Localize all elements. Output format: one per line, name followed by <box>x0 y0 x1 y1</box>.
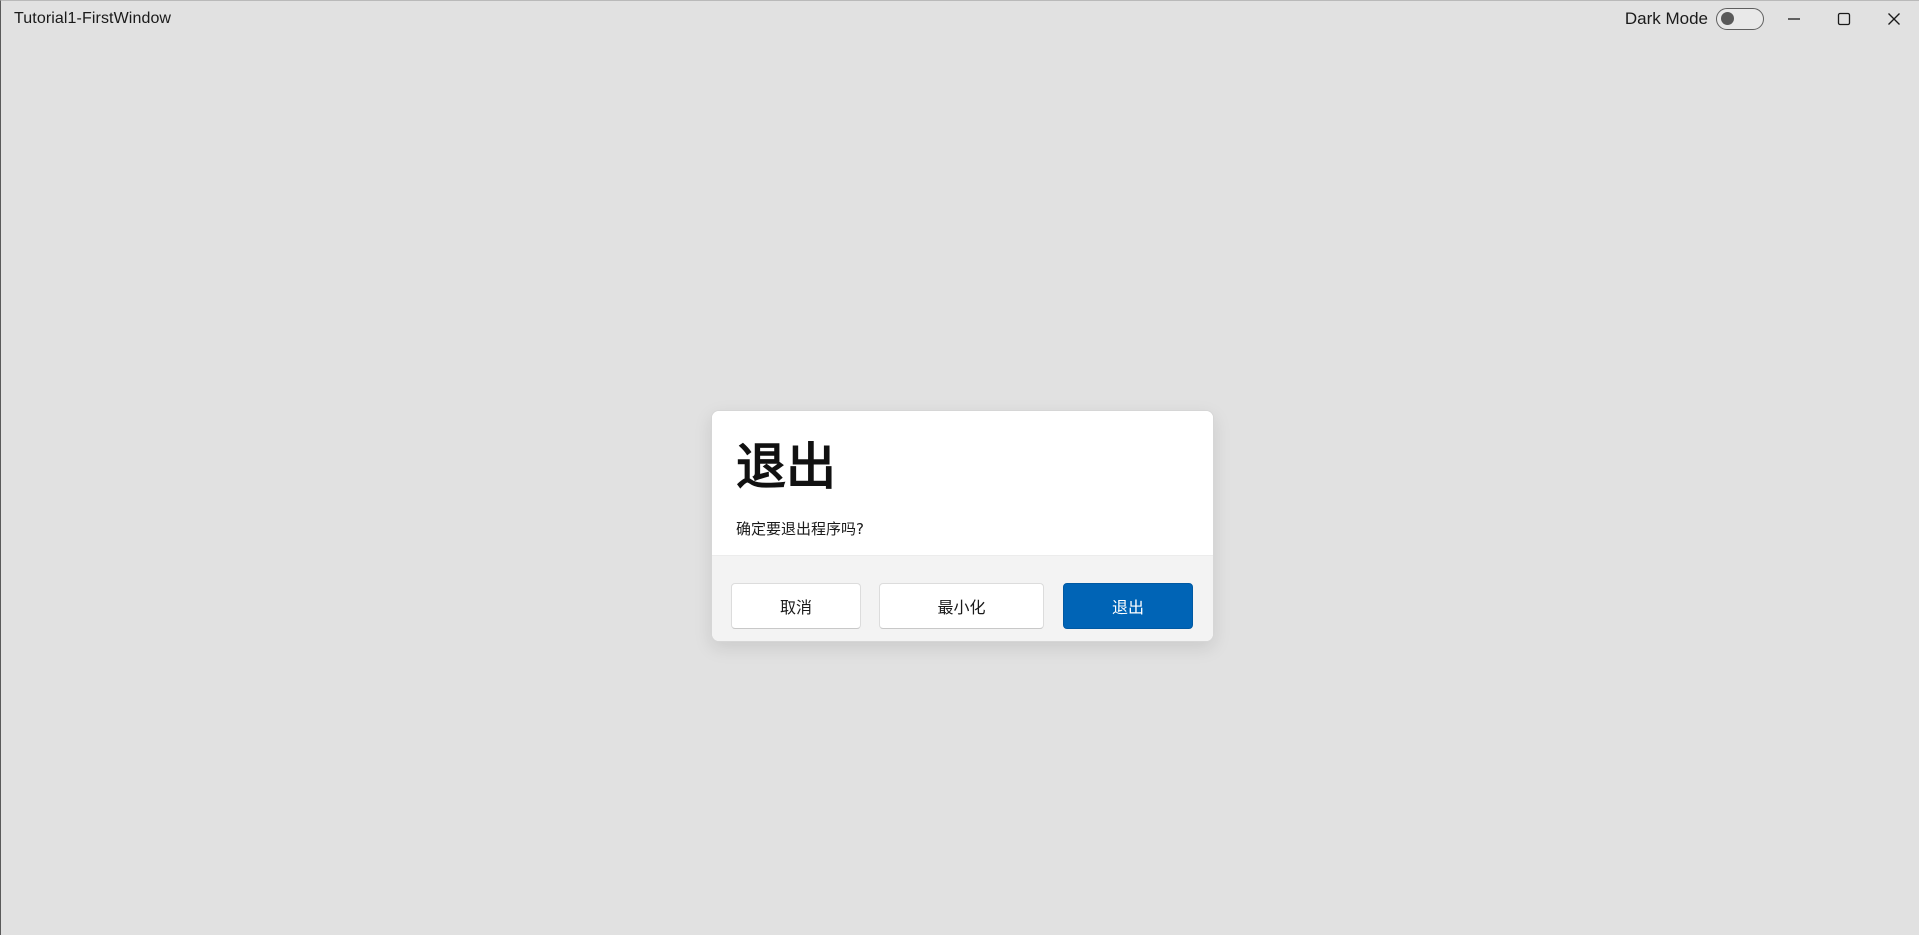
close-button[interactable] <box>1869 1 1919 37</box>
minimize-app-button[interactable]: 最小化 <box>879 583 1044 629</box>
minimize-button[interactable] <box>1769 1 1819 37</box>
dark-mode-toggle[interactable] <box>1716 8 1764 30</box>
cancel-button[interactable]: 取消 <box>731 583 861 629</box>
toggle-knob <box>1721 12 1734 25</box>
dialog-button-bar: 取消 最小化 退出 <box>712 555 1213 641</box>
app-window: Tutorial1-FirstWindow Dark Mode 退出 确定要退出… <box>0 0 1919 935</box>
exit-button[interactable]: 退出 <box>1063 583 1193 629</box>
maximize-icon <box>1837 12 1851 26</box>
dialog-message: 确定要退出程序吗? <box>736 520 864 538</box>
title-bar[interactable]: Tutorial1-FirstWindow Dark Mode <box>1 1 1919 37</box>
dark-mode-control: Dark Mode <box>1625 7 1764 31</box>
exit-dialog: 退出 确定要退出程序吗? 取消 最小化 退出 <box>711 410 1214 642</box>
maximize-button[interactable] <box>1819 1 1869 37</box>
close-icon <box>1888 13 1900 25</box>
dialog-title: 退出 <box>736 438 836 496</box>
minimize-icon <box>1788 18 1800 20</box>
window-title: Tutorial1-FirstWindow <box>14 10 172 27</box>
dialog-content: 退出 确定要退出程序吗? <box>712 411 1213 555</box>
dark-mode-label: Dark Mode <box>1624 9 1708 28</box>
